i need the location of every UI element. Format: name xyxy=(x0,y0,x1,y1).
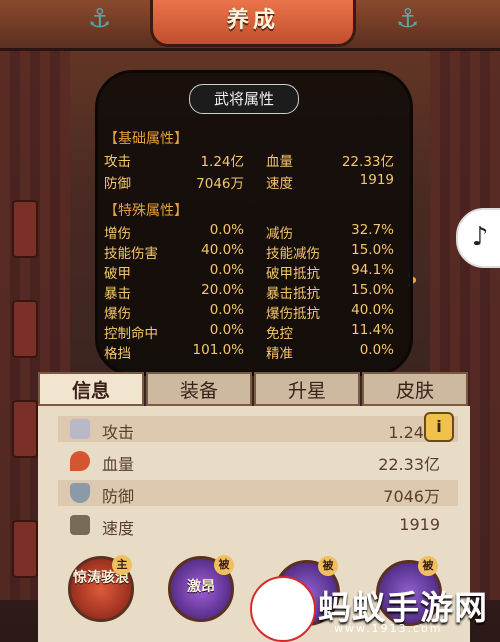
side-tab[interactable] xyxy=(12,300,38,358)
side-tab[interactable] xyxy=(12,200,38,258)
tiktok-icon[interactable]: ♪ xyxy=(456,208,500,268)
popup-title: 武将属性 xyxy=(189,84,299,114)
special-section-heading: 【特殊属性】 xyxy=(104,203,188,219)
skill-badge: 被 xyxy=(214,555,234,575)
attr-row: 破甲 0.0% 破甲抵抗 94.1% xyxy=(104,262,394,282)
tab-info[interactable]: 信息 xyxy=(38,372,144,406)
watermark-logo xyxy=(250,576,316,642)
skill-label: 激昂 xyxy=(187,579,215,595)
tab-bar: 信息 装备 升星 皮肤 xyxy=(38,372,470,406)
page-title: 养成 xyxy=(150,0,356,47)
basic-section-heading: 【基础属性】 xyxy=(104,131,188,147)
attr-row: 格挡 101.0% 精准 0.0% xyxy=(104,342,394,362)
side-tab[interactable] xyxy=(12,520,38,578)
skill-badge: 主 xyxy=(112,555,132,575)
fish-ornament-icon: ⚓ xyxy=(88,4,112,34)
watermark-url: www.1913.com xyxy=(334,622,443,635)
boot-icon xyxy=(70,515,90,535)
fish-ornament-icon: ⚓ xyxy=(396,4,420,34)
attr-row: 暴击 20.0% 暴击抵抗 15.0% xyxy=(104,282,394,302)
attr-row: 攻击 1.24亿 血量 22.33亿 xyxy=(104,154,394,170)
tab-equipment[interactable]: 装备 xyxy=(146,372,252,406)
skill-badge: 被 xyxy=(418,556,438,576)
tab-star-up[interactable]: 升星 xyxy=(254,372,360,406)
stat-row-hp: 血量 22.33亿 xyxy=(58,448,458,474)
attr-row: 爆伤 0.0% 爆伤抵抗 40.0% xyxy=(104,302,394,322)
attr-row: 防御 7046万 速度 1919 xyxy=(104,172,394,192)
attr-row: 控制命中 0.0% 免控 11.4% xyxy=(104,322,394,342)
stat-row-attack: 攻击 1.24亿 xyxy=(58,416,458,442)
attr-row: 技能伤害 40.0% 技能减伤 15.0% xyxy=(104,242,394,262)
sword-icon xyxy=(70,419,90,439)
tab-skins[interactable]: 皮肤 xyxy=(362,372,468,406)
attr-row: 增伤 0.0% 减伤 32.7% xyxy=(104,222,394,242)
side-tab[interactable] xyxy=(12,400,38,458)
shield-icon xyxy=(70,483,90,503)
stat-row-defense: 防御 7046万 xyxy=(58,480,458,506)
stat-row-speed: 速度 1919 xyxy=(58,512,458,538)
skill-badge: 被 xyxy=(318,556,338,576)
info-button[interactable]: i xyxy=(424,412,454,442)
blood-drop-icon xyxy=(70,451,90,471)
